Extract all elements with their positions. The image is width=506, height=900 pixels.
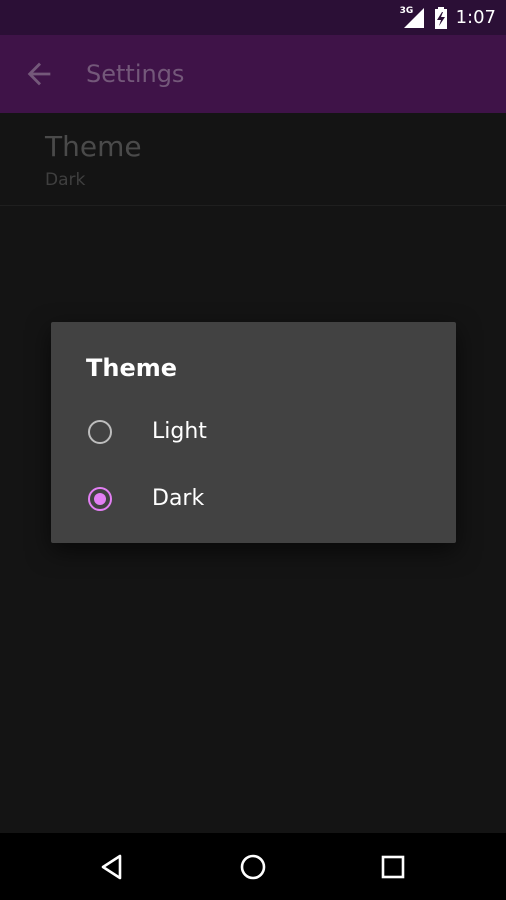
app-bar: Settings bbox=[0, 35, 506, 113]
back-triangle-icon[interactable] bbox=[97, 851, 129, 883]
network-type-label: 3G bbox=[399, 5, 414, 16]
radio-light[interactable] bbox=[88, 420, 112, 444]
option-label-light: Light bbox=[152, 419, 207, 444]
recents-square-icon[interactable] bbox=[377, 851, 409, 883]
status-icons: 3G 1:07 bbox=[399, 0, 496, 35]
home-circle-icon[interactable] bbox=[237, 851, 269, 883]
navigation-bar bbox=[0, 833, 506, 900]
network-indicator: 3G bbox=[399, 5, 426, 30]
battery-charging-icon bbox=[434, 6, 447, 29]
app-bar-title: Settings bbox=[86, 60, 185, 88]
dialog-title: Theme bbox=[86, 354, 178, 382]
theme-dialog: Theme Light Dark bbox=[51, 322, 456, 543]
option-label-dark: Dark bbox=[152, 486, 205, 511]
option-dark[interactable]: Dark bbox=[51, 471, 456, 531]
status-clock: 1:07 bbox=[455, 7, 496, 28]
status-bar: 3G 1:07 bbox=[0, 0, 506, 35]
preference-summary: Dark bbox=[45, 170, 86, 190]
theme-preference-row[interactable]: Theme Dark bbox=[0, 113, 506, 206]
preference-title: Theme bbox=[45, 130, 142, 163]
radio-dark[interactable] bbox=[88, 487, 112, 511]
option-light[interactable]: Light bbox=[51, 404, 456, 464]
arrow-back-icon[interactable] bbox=[22, 57, 56, 91]
